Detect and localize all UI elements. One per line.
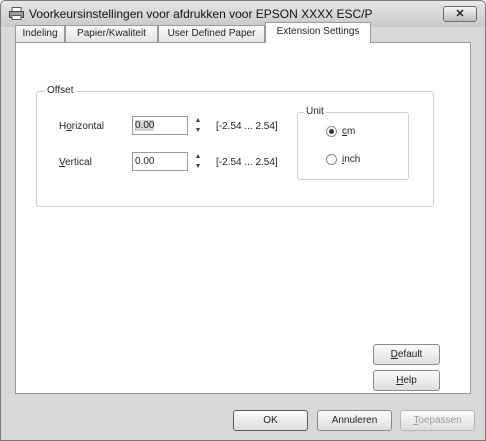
dialog-window: Voorkeursinstellingen voor afdrukken voo… — [0, 0, 486, 441]
ok-button[interactable]: OK — [233, 410, 308, 431]
vertical-input[interactable]: 0.00 — [132, 152, 188, 171]
unit-inch-radio[interactable] — [326, 154, 337, 165]
title-bar[interactable]: Voorkeursinstellingen voor afdrukken voo… — [1, 1, 485, 27]
unit-cm-radio[interactable] — [326, 126, 337, 137]
offset-legend: Offset — [45, 85, 76, 96]
window-title: Voorkeursinstellingen voor afdrukken voo… — [29, 7, 373, 21]
unit-legend: Unit — [304, 106, 326, 117]
unit-group: Unit cm inch — [297, 106, 409, 180]
printer-icon — [9, 7, 24, 20]
spin-up-icon[interactable]: ▲ — [193, 116, 203, 125]
extension-settings-panel: Offset Horizontal 0.00 ▲ ▼ [-2.54 ... 2.… — [15, 42, 471, 394]
spin-down-icon[interactable]: ▼ — [193, 126, 203, 135]
tab-user-defined-paper[interactable]: User Defined Paper — [158, 25, 265, 42]
tab-extension-settings[interactable]: Extension Settings — [265, 22, 371, 43]
vertical-spinner[interactable]: ▲ ▼ — [193, 152, 203, 171]
vertical-range: [-2.54 ... 2.54] — [216, 157, 278, 168]
horizontal-range: [-2.54 ... 2.54] — [216, 121, 278, 132]
unit-inch-label[interactable]: inch — [342, 154, 360, 165]
vertical-label: Vertical — [59, 157, 92, 168]
offset-group: Offset Horizontal 0.00 ▲ ▼ [-2.54 ... 2.… — [36, 85, 434, 207]
help-button[interactable]: Help — [373, 370, 440, 391]
spin-down-icon[interactable]: ▼ — [193, 162, 203, 171]
horizontal-input[interactable]: 0.00 — [132, 116, 188, 135]
apply-button[interactable]: Toepassen — [400, 410, 475, 431]
tab-papier-kwaliteit[interactable]: Papier/Kwaliteit — [65, 25, 158, 42]
default-button[interactable]: Default — [373, 344, 440, 365]
horizontal-label: Horizontal — [59, 121, 105, 132]
horizontal-spinner[interactable]: ▲ ▼ — [193, 116, 203, 135]
tab-indeling[interactable]: Indeling — [15, 25, 65, 42]
close-button[interactable]: ✕ — [443, 6, 477, 22]
spin-up-icon[interactable]: ▲ — [193, 152, 203, 161]
close-x-icon: ✕ — [455, 8, 465, 20]
unit-cm-label[interactable]: cm — [342, 126, 355, 137]
cancel-button[interactable]: Annuleren — [317, 410, 392, 431]
